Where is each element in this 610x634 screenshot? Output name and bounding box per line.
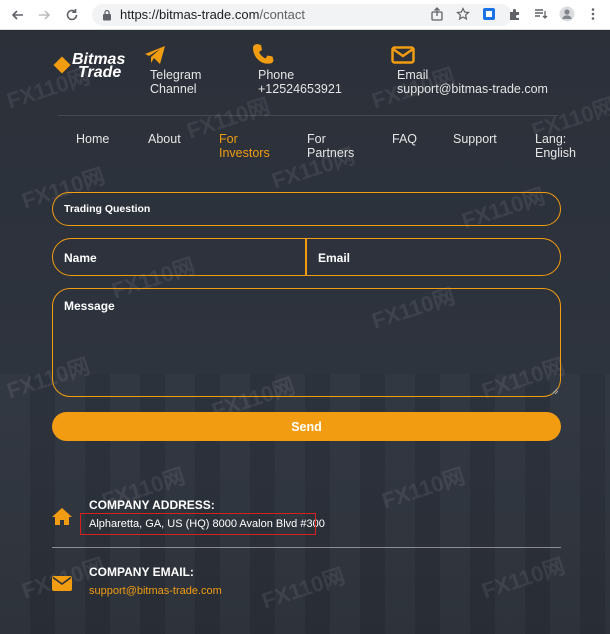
phone-icon bbox=[253, 44, 274, 64]
company-email-link[interactable]: support@bitmas-trade.com bbox=[89, 585, 222, 597]
message-textarea[interactable] bbox=[52, 288, 561, 397]
nav-about-label: About bbox=[148, 132, 181, 146]
reload-icon[interactable] bbox=[62, 5, 82, 25]
message-placeholder: Message bbox=[64, 299, 115, 313]
company-divider bbox=[52, 547, 561, 548]
send-button[interactable]: Send bbox=[52, 412, 561, 441]
company-email-title: COMPANY EMAIL: bbox=[89, 565, 194, 579]
logo-diamond-icon bbox=[53, 56, 71, 74]
watermark: FX110网 bbox=[378, 463, 468, 514]
phone-link[interactable]: Phone +12524653921 bbox=[258, 68, 342, 96]
nav-for-partners-label-2: Partners bbox=[307, 146, 355, 160]
nav-for-investors[interactable]: For Investors bbox=[219, 132, 270, 160]
email-input[interactable]: Email bbox=[318, 251, 350, 265]
star-icon[interactable] bbox=[454, 5, 472, 23]
envelope-icon bbox=[391, 46, 415, 64]
watermark: FX110网 bbox=[478, 553, 568, 604]
profile-avatar-icon[interactable] bbox=[558, 5, 576, 23]
watermark: FX110网 bbox=[258, 563, 348, 614]
telegram-link[interactable]: Telegram Channel bbox=[150, 68, 201, 96]
puzzle-icon[interactable] bbox=[506, 5, 524, 23]
nav-faq[interactable]: FAQ bbox=[392, 132, 417, 146]
nav-language-label-2: English bbox=[535, 146, 576, 160]
telegram-label: Telegram bbox=[150, 68, 202, 82]
nav-faq-label: FAQ bbox=[392, 132, 418, 146]
browser-toolbar: https://bitmas-trade.com/contact bbox=[0, 0, 610, 30]
nav-support-label: Support bbox=[453, 132, 497, 146]
nav-about[interactable]: About bbox=[148, 132, 181, 146]
nav-for-partners[interactable]: For Partners bbox=[307, 132, 354, 160]
nav-home[interactable]: Home bbox=[76, 132, 109, 146]
nav-language[interactable]: Lang: English bbox=[535, 132, 576, 160]
name-email-divider bbox=[305, 239, 307, 276]
nav-for-investors-label-1: For bbox=[219, 132, 238, 146]
lock-icon bbox=[103, 9, 111, 20]
url-path: /contact bbox=[259, 7, 305, 22]
nav-home-label: Home bbox=[76, 132, 110, 146]
nav-support[interactable]: Support bbox=[453, 132, 497, 146]
url-text: https://bitmas-trade.com/contact bbox=[120, 7, 305, 22]
subject-value: Trading Question bbox=[64, 203, 151, 215]
logo-line2: Trade bbox=[78, 64, 122, 81]
nav-language-label-1: Lang: bbox=[535, 132, 567, 146]
nav-for-partners-label-1: For bbox=[307, 132, 326, 146]
telegram-sublabel: Channel bbox=[150, 82, 197, 96]
email-address: support@bitmas-trade.com bbox=[397, 82, 548, 96]
phone-number: +12524653921 bbox=[258, 82, 342, 96]
site-logo[interactable]: Bitmas Trade bbox=[53, 52, 125, 81]
forward-arrow-icon[interactable] bbox=[34, 5, 54, 25]
name-email-row bbox=[52, 238, 561, 276]
reading-list-icon[interactable] bbox=[532, 5, 550, 23]
share-icon[interactable] bbox=[428, 5, 446, 23]
name-input[interactable]: Name bbox=[64, 251, 97, 265]
company-address-title: COMPANY ADDRESS: bbox=[89, 498, 215, 512]
address-highlight-box bbox=[80, 513, 316, 535]
paper-plane-icon bbox=[145, 46, 165, 64]
logo-text: Bitmas Trade bbox=[72, 52, 125, 81]
envelope-icon bbox=[52, 576, 72, 591]
phone-label: Phone bbox=[258, 68, 295, 82]
email-label: Email bbox=[397, 68, 429, 82]
resize-handle-icon[interactable] bbox=[551, 387, 559, 395]
email-link[interactable]: Email support@bitmas-trade.com bbox=[397, 68, 548, 96]
contact-page: FX110网 FX110网 FX110网 FX110网 FX110网 FX110… bbox=[0, 31, 610, 634]
kebab-menu-icon[interactable] bbox=[584, 5, 602, 23]
home-icon bbox=[52, 508, 72, 525]
extension-app-icon[interactable] bbox=[480, 5, 498, 23]
nav-for-investors-label-2: Investors bbox=[219, 146, 270, 160]
back-arrow-icon[interactable] bbox=[8, 5, 28, 25]
url-host: https://bitmas-trade.com bbox=[120, 7, 260, 22]
header-divider bbox=[58, 115, 558, 116]
